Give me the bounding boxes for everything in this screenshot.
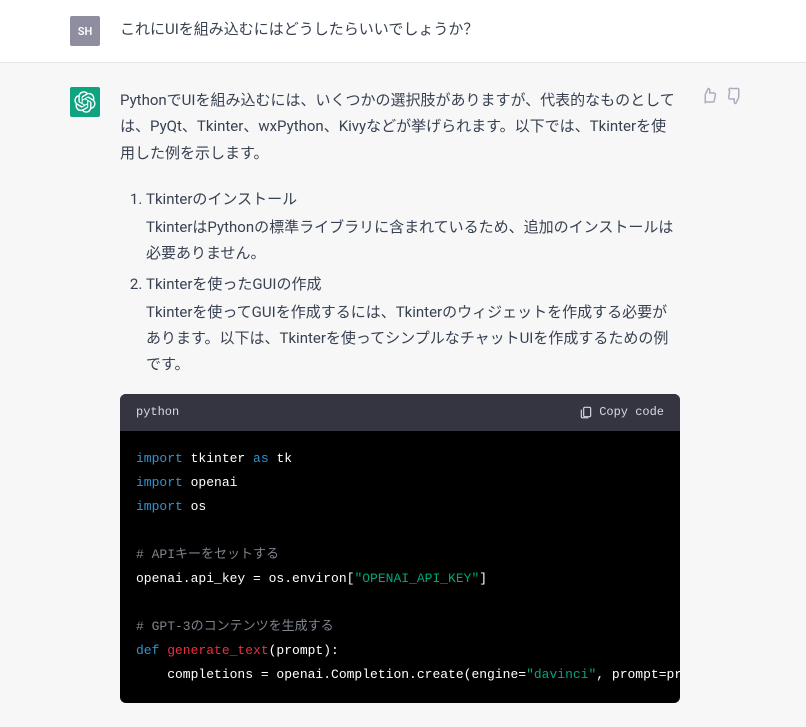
clipboard-icon <box>579 405 593 419</box>
code-header: python Copy code <box>120 394 680 431</box>
assistant-avatar <box>70 87 100 117</box>
assistant-intro-text: PythonでUIを組み込むには、いくつかの選択肢がありますが、代表的なものとし… <box>120 87 680 166</box>
thumbs-up-icon[interactable] <box>700 87 718 105</box>
user-message-row: SH これにUIを組み込むにはどうしたらいいでしょうか？ <box>0 0 806 63</box>
list-item-title: Tkinterのインストール <box>146 190 297 208</box>
thumbs-down-icon[interactable] <box>726 87 744 105</box>
list-item-desc: Tkinterを使ってGUIを作成するには、Tkinterのウィジェットを作成す… <box>146 299 680 378</box>
user-message-text: これにUIを組み込むにはどうしたらいいでしょうか？ <box>120 16 680 46</box>
copy-code-label: Copy code <box>599 402 664 423</box>
assistant-message-row: PythonでUIを組み込むには、いくつかの選択肢がありますが、代表的なものとし… <box>0 63 806 727</box>
list-item: Tkinterのインストール TkinterはPythonの標準ライブラリに含ま… <box>146 186 680 267</box>
list-item: Tkinterを使ったGUIの作成 Tkinterを使ってGUIを作成するには、… <box>146 271 680 378</box>
list-item-title: Tkinterを使ったGUIの作成 <box>146 275 321 293</box>
user-avatar: SH <box>70 16 100 46</box>
user-avatar-label: SH <box>78 25 93 38</box>
assistant-message-content: PythonでUIを組み込むには、いくつかの選択肢がありますが、代表的なものとし… <box>120 87 680 703</box>
code-block: python Copy code import tkinter as tk im… <box>120 394 680 703</box>
code-content: import tkinter as tk import openai impor… <box>120 431 680 703</box>
openai-logo-icon <box>74 91 96 113</box>
list-item-desc: TkinterはPythonの標準ライブラリに含まれているため、追加のインストー… <box>146 214 680 267</box>
instruction-list: Tkinterのインストール TkinterはPythonの標準ライブラリに含ま… <box>120 186 680 378</box>
code-language-label: python <box>136 402 179 423</box>
copy-code-button[interactable]: Copy code <box>579 402 664 423</box>
message-actions <box>700 87 744 703</box>
